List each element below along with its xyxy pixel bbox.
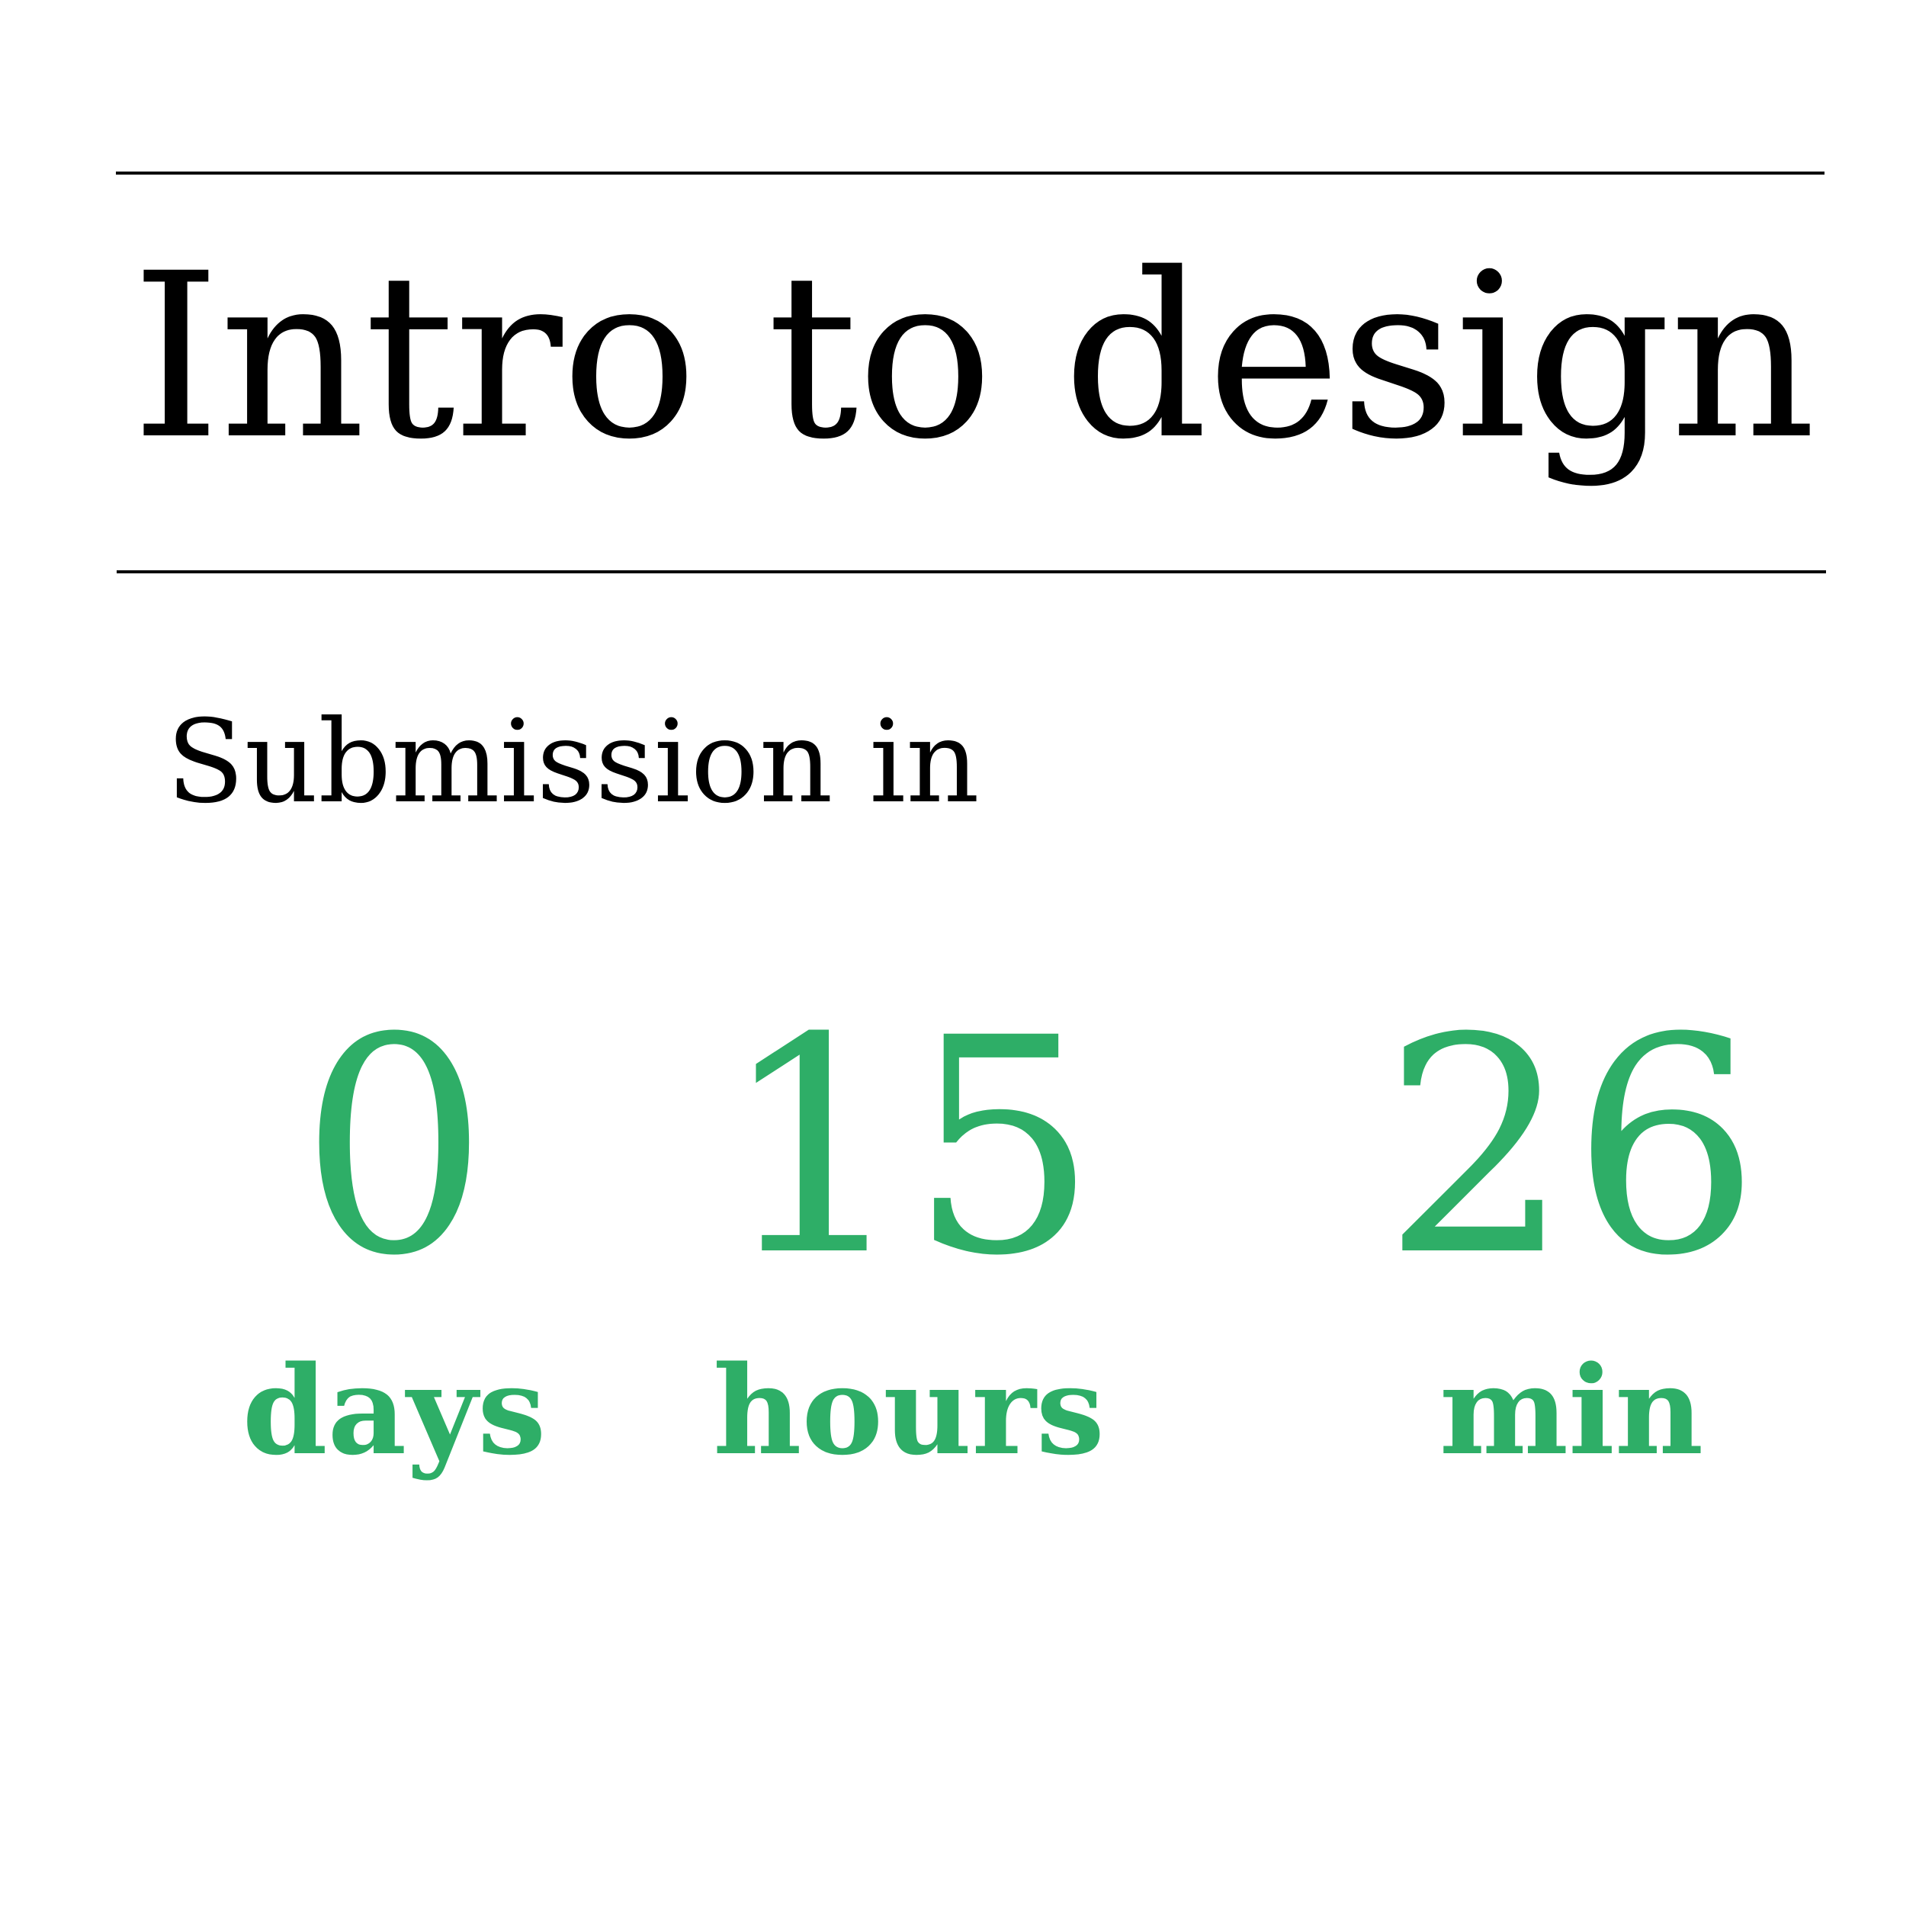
- page-title: Intro to design: [131, 225, 1816, 489]
- countdown-days: 0 days: [181, 999, 608, 1471]
- countdown-hours: 15 hours: [695, 999, 1122, 1471]
- countdown-timer: 0 days 15 hours 26 min: [0, 999, 1932, 1471]
- hours-label: hours: [713, 1339, 1105, 1482]
- submission-caption: Submission in: [166, 696, 980, 829]
- bottom-divider: [117, 570, 1826, 573]
- countdown-minutes: 26 min: [1358, 999, 1785, 1471]
- minutes-value: 26: [1382, 974, 1761, 1321]
- days-label: days: [242, 1339, 547, 1482]
- hours-value: 15: [719, 974, 1099, 1321]
- days-value: 0: [299, 974, 489, 1321]
- minutes-label: min: [1439, 1339, 1704, 1482]
- top-divider: [116, 172, 1824, 175]
